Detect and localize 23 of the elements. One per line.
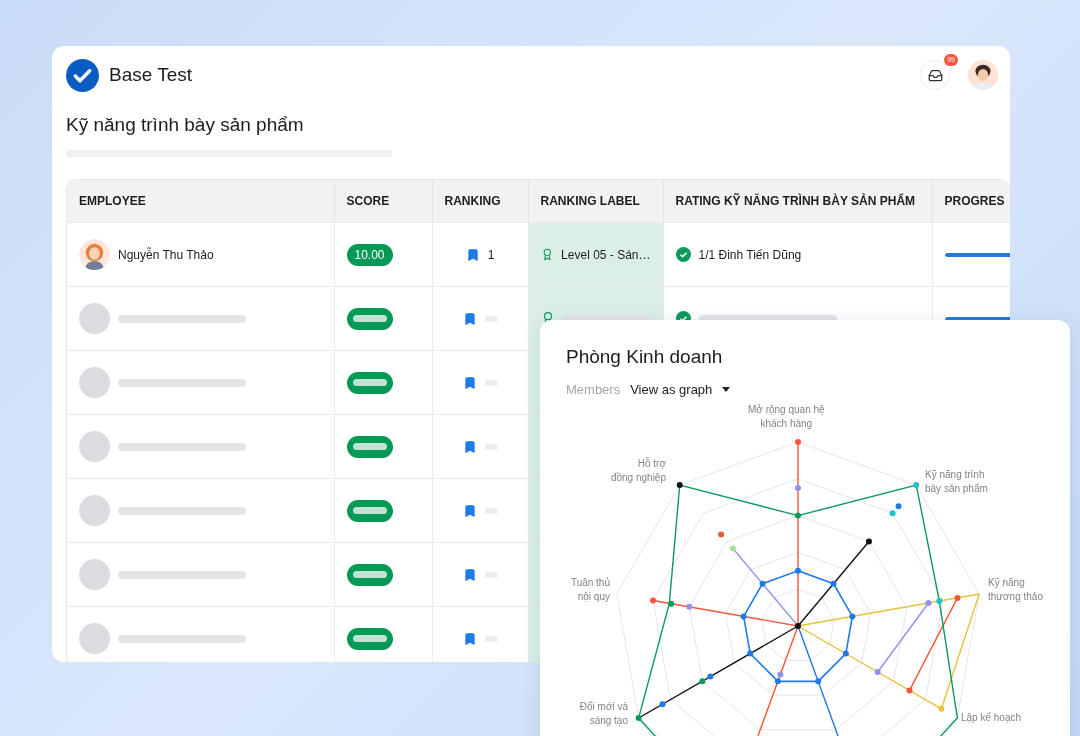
view-dropdown[interactable]: View as graph [630, 382, 731, 397]
employee-name: Nguyễn Thu Thảo [118, 247, 214, 262]
rating-value: 1/1 Đinh Tiến Dũng [698, 247, 802, 262]
column-header: SCORE [334, 180, 432, 223]
column-header: PROGRES [932, 180, 1010, 223]
axis-label: Tuân thủ nội quy [570, 576, 610, 604]
axis-label: Hỗ trợ đồng nghiệp [610, 457, 666, 485]
ranking-label: Level 05 - Sán… [561, 247, 651, 262]
axis-label: Đổi mới và sáng tạo [579, 700, 628, 728]
page-title: Kỹ năng trình bày sản phẩm [66, 114, 305, 136]
score-badge: 10.00 [346, 243, 393, 266]
filter-label: Members [566, 382, 621, 397]
rank-value: 1 [487, 247, 495, 262]
column-header: RANKING LABEL [528, 180, 663, 223]
column-header: RANKING [432, 180, 528, 223]
axis-label: Kỹ năng thương thảo [988, 576, 1043, 604]
column-header: EMPLOYEE [67, 180, 334, 223]
panel-title: Phòng Kinh doanh [566, 346, 724, 368]
axis-label: Kỹ năng trình bày sản phẩm [925, 468, 988, 496]
axis-label: Lập kế hoạch [961, 711, 1022, 725]
app-title: Base Test [109, 64, 194, 86]
column-header: RATING KỸ NĂNG TRÌNH BÀY SẢN PHẨM [663, 180, 932, 223]
axis-label: Mở rộng quan hệ khách hàng [748, 403, 825, 431]
